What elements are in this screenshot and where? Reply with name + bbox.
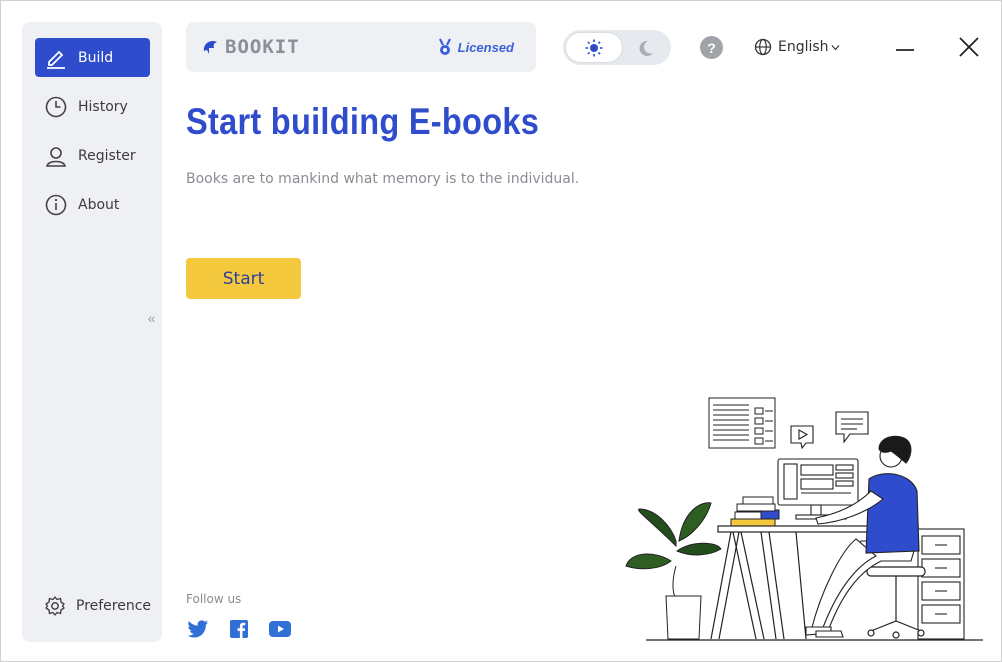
theme-toggle (563, 30, 671, 65)
youtube-link[interactable] (268, 619, 292, 639)
globe-icon (754, 38, 772, 56)
medal-icon (438, 38, 451, 55)
clock-icon (44, 95, 68, 119)
dark-theme-button[interactable] (633, 36, 659, 60)
sidebar-item-history[interactable]: History (35, 87, 150, 126)
sun-icon (585, 39, 603, 56)
brand-bar: BOOKIT Licensed (186, 22, 536, 72)
brand-logo: BOOKIT (201, 36, 300, 58)
sidebar-item-label: Preference (76, 597, 152, 614)
facebook-link[interactable] (227, 619, 251, 639)
sidebar-item-register[interactable]: Register (35, 136, 150, 175)
pencil-icon (44, 46, 68, 70)
sidebar-item-label: Register (78, 147, 136, 164)
minimize-button[interactable] (892, 34, 918, 60)
bird-icon (203, 41, 217, 54)
minimize-icon (896, 49, 914, 51)
desk-illustration (625, 397, 983, 641)
brand-name: BOOKIT (225, 36, 300, 58)
info-icon (44, 193, 68, 217)
sidebar-item-label: Build (78, 49, 114, 66)
light-theme-button[interactable] (566, 33, 622, 62)
license-badge: Licensed (438, 38, 514, 56)
moon-icon (639, 40, 653, 56)
start-button[interactable]: Start (186, 258, 301, 299)
twitter-icon (187, 620, 208, 638)
sidebar-item-label: History (78, 98, 128, 115)
sidebar-item-build[interactable]: Build (35, 38, 150, 77)
youtube-icon (269, 621, 291, 637)
facebook-icon (230, 620, 248, 638)
page-title: Start building E-books (186, 101, 540, 142)
follow-label: Follow us (186, 592, 242, 606)
gear-icon (44, 594, 66, 618)
help-button[interactable]: ? (700, 36, 723, 59)
chevron-down-icon (831, 44, 840, 50)
page-subtitle: Books are to mankind what memory is to t… (186, 171, 580, 187)
close-icon (959, 37, 979, 57)
language-selector[interactable]: English (754, 38, 840, 56)
close-button[interactable] (956, 34, 982, 60)
twitter-link[interactable] (186, 619, 210, 639)
document-panel-graphic (708, 397, 776, 449)
license-label: Licensed (457, 39, 514, 55)
sidebar-item-label: About (78, 196, 120, 213)
app-window: Build History Register About Preference (0, 0, 1002, 662)
language-label: English (778, 39, 829, 55)
user-icon (44, 144, 68, 168)
sidebar-item-about[interactable]: About (35, 185, 150, 224)
sidebar-collapse-button[interactable]: « (141, 295, 162, 341)
sidebar-item-preference[interactable]: Preference (35, 586, 152, 625)
